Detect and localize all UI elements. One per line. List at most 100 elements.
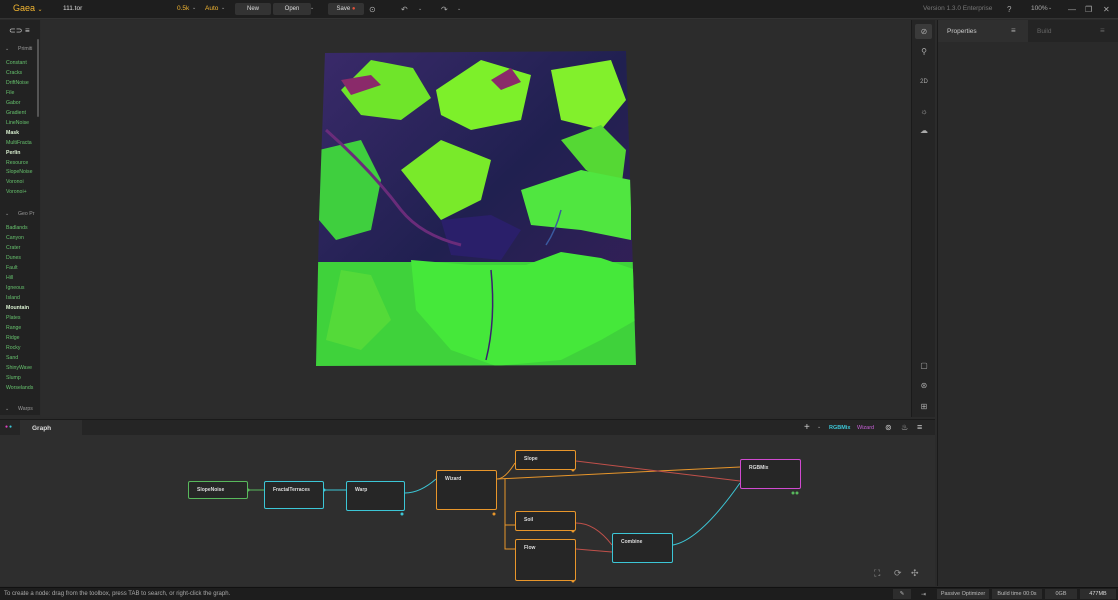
toolbox-item-perlin[interactable]: Perlin <box>6 150 20 156</box>
save-button[interactable]: Save ● <box>328 3 364 15</box>
3d-viewport[interactable] <box>41 20 911 417</box>
graph-node-wizard[interactable]: Wizard <box>436 470 497 510</box>
toolbox-toggle-icon[interactable]: ⊂⊃ <box>9 26 22 35</box>
toolbox-item-range[interactable]: Range <box>6 325 21 331</box>
undo-icon[interactable]: ↶ <box>401 0 408 19</box>
node-label: Warp <box>355 487 368 493</box>
stamp-icon[interactable]: ⚲ <box>912 46 936 58</box>
graph-node-slope[interactable]: Slope <box>515 450 576 470</box>
toolbox-item-fault[interactable]: Fault <box>6 265 18 271</box>
toolbox-item-voronoi-[interactable]: Voronoi+ <box>6 189 27 195</box>
toolbox-section-header[interactable]: Warps <box>18 406 33 412</box>
open-chevron-icon[interactable]: ⌄ <box>310 5 314 11</box>
toolbox-item-resource[interactable]: Resource <box>6 160 28 166</box>
graph-menu-icon[interactable]: ≡ <box>917 422 922 432</box>
toolbox-item-mask[interactable]: Mask <box>6 130 19 136</box>
redo-icon[interactable]: ↷ <box>441 0 448 19</box>
toolbox-scrollbar[interactable] <box>37 39 39 117</box>
menu-icon[interactable]: ≡ <box>25 26 30 35</box>
toolbox-section-header[interactable]: Primiti <box>18 46 32 52</box>
toolbox-item-cracks[interactable]: Cracks <box>6 70 22 76</box>
toolbox-item-file[interactable]: File <box>6 90 14 96</box>
help-icon[interactable]: ? <box>1007 0 1011 19</box>
refresh-icon[interactable]: ⟳ <box>894 568 902 579</box>
toolbox-item-badlands[interactable]: Badlands <box>6 225 28 231</box>
toolbox-item-rocky[interactable]: Rocky <box>6 345 20 351</box>
add-node-icon[interactable]: + <box>804 422 810 433</box>
close-icon[interactable]: ✕ <box>1103 0 1110 19</box>
minimize-icon[interactable]: — <box>1068 0 1076 19</box>
build-mode-select[interactable]: Auto <box>205 5 218 12</box>
top-bar: Gaea ⌄ 111.tor 0.5k ⌄ Auto ⌄ New Open ⌄ … <box>0 0 1118 19</box>
graph-node-combine[interactable]: Combine <box>612 533 673 563</box>
grid-icon[interactable]: ⊞ <box>912 401 936 413</box>
build-mode-chevron-icon[interactable]: ⌄ <box>221 5 225 11</box>
toolbox-item-sand[interactable]: Sand <box>6 355 18 361</box>
toolbox-item-voronoi[interactable]: Voronoi <box>6 179 24 185</box>
toolbox-item-plates[interactable]: Plates <box>6 315 20 321</box>
toolbox-item-crater[interactable]: Crater <box>6 245 20 251</box>
section-chevron-icon[interactable]: ⌄ <box>5 46 9 52</box>
toolbox-item-ridge[interactable]: Ridge <box>6 335 20 341</box>
restore-icon[interactable]: ❐ <box>1085 0 1092 19</box>
zoom-chevron-icon[interactable]: ⌄ <box>1048 5 1052 11</box>
toggle-2d-button[interactable]: 2D <box>912 76 936 88</box>
toolbox-item-driftnoise[interactable]: DriftNoise <box>6 80 29 86</box>
node-graph[interactable]: SlopeNoise FractalTerraces Warp Wizard Slope… <box>0 435 935 586</box>
wizard-button[interactable]: Wizard <box>857 425 874 431</box>
toolbox-item-dunes[interactable]: Dunes <box>6 255 21 261</box>
status-bar: To create a node: drag from the toolbox,… <box>0 587 1118 600</box>
next-icon[interactable]: ⇥ <box>921 591 926 598</box>
cloud-icon[interactable]: ☁ <box>912 125 936 137</box>
arrange-icon[interactable]: ✣ <box>911 568 919 579</box>
open-button[interactable]: Open <box>273 3 311 15</box>
app-brand[interactable]: Gaea ⌄ <box>13 3 43 13</box>
resolution-chevron-icon[interactable]: ⌄ <box>192 5 196 11</box>
graph-node-warp[interactable]: Warp <box>346 481 405 511</box>
properties-menu-icon[interactable]: ≡ <box>1011 26 1016 35</box>
zoom-level[interactable]: 100% <box>1031 5 1048 12</box>
fit-view-icon[interactable]: ⛶ <box>874 568 880 579</box>
link-icon[interactable]: ⊘ <box>912 26 936 38</box>
toolbox-item-linenoise[interactable]: LineNoise <box>6 120 29 126</box>
redo-history-chevron-icon[interactable]: ⌄ <box>457 0 461 19</box>
passive-optimizer-button[interactable]: Passive Optimizer <box>937 589 989 599</box>
graph-node-slopenoise[interactable]: SlopeNoise <box>188 481 248 499</box>
build-menu-icon[interactable]: ≡ <box>1100 26 1105 35</box>
toolbox-item-igneous[interactable]: Igneous <box>6 285 24 291</box>
frame-icon[interactable]: ▢ <box>912 360 936 372</box>
graph-center-icon[interactable]: ⊚ <box>885 423 892 432</box>
selected-node-label[interactable]: RGBMix <box>829 425 850 431</box>
autosave-icon[interactable]: ⊙ <box>369 0 376 19</box>
node-label: Slope <box>524 456 538 462</box>
toolbox-item-worselands[interactable]: Worselands <box>6 385 33 391</box>
graph-node-soil[interactable]: Soil <box>515 511 576 531</box>
section-chevron-icon[interactable]: ⌄ <box>5 211 9 217</box>
graph-node-fractalterraces[interactable]: FractalTerraces <box>264 481 324 509</box>
toolbox-item-shinywave[interactable]: ShinyWave <box>6 365 32 371</box>
toolbox-item-mountain[interactable]: Mountain <box>6 305 29 311</box>
toolbox-item-multifracta[interactable]: MultiFracta <box>6 140 32 146</box>
toolbox-item-constant[interactable]: Constant <box>6 60 27 66</box>
resolution-select[interactable]: 0.5k <box>177 5 189 12</box>
node-label: RGBMix <box>749 465 769 471</box>
graph-node-rgbmix[interactable]: RGBMix <box>740 459 801 489</box>
toolbox-section-header[interactable]: Geo Pr <box>18 211 34 217</box>
toolbox-item-gradient[interactable]: Gradient <box>6 110 26 116</box>
sun-icon[interactable]: ☼ <box>912 106 936 118</box>
toolbox-item-gabor[interactable]: Gabor <box>6 100 20 106</box>
section-chevron-icon[interactable]: ⌄ <box>5 406 9 412</box>
add-chevron-icon[interactable]: ⌄ <box>817 424 821 430</box>
new-button[interactable]: New <box>235 3 271 15</box>
fire-icon[interactable]: ♨ <box>901 423 908 432</box>
toolbox-item-slump[interactable]: Slump <box>6 375 21 381</box>
toolbox-item-canyon[interactable]: Canyon <box>6 235 24 241</box>
compass-icon[interactable]: ⊛ <box>912 380 936 392</box>
node-label: SlopeNoise <box>197 487 225 493</box>
undo-history-chevron-icon[interactable]: ⌄ <box>418 0 422 19</box>
toolbox-item-slopenoise[interactable]: SlopeNoise <box>6 169 33 175</box>
graph-node-flow[interactable]: Flow <box>515 539 576 581</box>
toolbox-item-island[interactable]: Island <box>6 295 20 301</box>
toolbox-item-hill[interactable]: Hill <box>6 275 13 281</box>
pen-icon[interactable]: ✎ <box>893 589 911 599</box>
